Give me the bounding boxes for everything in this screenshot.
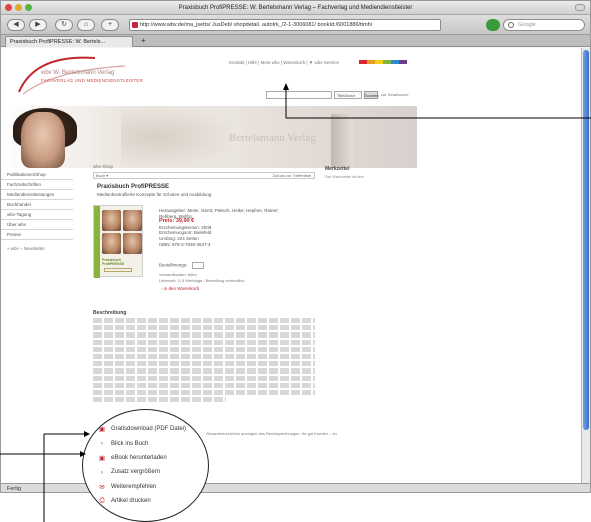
callout-lines (0, 83, 591, 522)
